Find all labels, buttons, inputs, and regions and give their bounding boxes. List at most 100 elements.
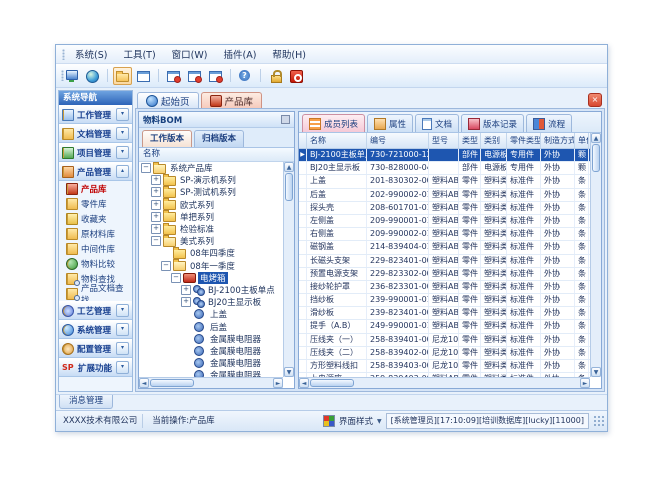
- tree-horizontal-scrollbar[interactable]: ◄ ►: [139, 377, 283, 388]
- exit-icon[interactable]: [287, 67, 306, 85]
- scroll-up-icon[interactable]: ▲: [591, 133, 601, 143]
- column-header[interactable]: 零件类型: [507, 133, 541, 148]
- collapse-minus-icon[interactable]: −: [141, 163, 151, 173]
- window-refresh-icon[interactable]: [206, 67, 225, 85]
- table-row[interactable]: 滑纱板239-823401-00X塑料ABS零件塑料类标准件外协条: [299, 307, 590, 320]
- menubar-grip[interactable]: [62, 49, 65, 60]
- tree-node[interactable]: +BJ20主显示板: [139, 296, 283, 308]
- scroll-track[interactable]: [591, 173, 601, 367]
- scroll-thumb[interactable]: [285, 173, 293, 201]
- sidebar-item-product-doc-search[interactable]: 产品文档查找: [59, 286, 132, 301]
- pin-icon[interactable]: [281, 115, 290, 124]
- sidebar-item-favorites[interactable]: 收藏夹: [59, 211, 132, 226]
- help-icon[interactable]: [236, 67, 255, 85]
- interface-style-label[interactable]: 界面样式: [339, 415, 373, 427]
- chevron-icon[interactable]: ▾: [116, 146, 129, 159]
- grid-vertical-scrollbar[interactable]: ▲ ▼: [590, 133, 601, 377]
- tree-node[interactable]: −系统产品库: [139, 162, 283, 174]
- windows-icon[interactable]: [134, 67, 153, 85]
- menu-item[interactable]: 工具(T): [121, 46, 157, 62]
- sidebar-group-document[interactable]: 文档管理 ▾: [59, 124, 132, 143]
- chevron-icon[interactable]: ▾: [116, 342, 129, 355]
- scroll-track[interactable]: [284, 202, 294, 367]
- lock-icon[interactable]: [266, 67, 285, 85]
- tree-node[interactable]: +欧式系列: [139, 199, 283, 211]
- menu-item[interactable]: 窗口(W): [170, 46, 210, 62]
- sidebar-group-project[interactable]: 项目管理 ▾: [59, 143, 132, 162]
- tab-member-list[interactable]: 成员列表: [302, 114, 365, 132]
- table-row[interactable]: 上盖201-830302-00X塑料ABS零件塑料类标准件外协条: [299, 175, 590, 188]
- expand-plus-icon[interactable]: +: [151, 212, 161, 222]
- tab-product-library[interactable]: 产品库: [201, 92, 263, 108]
- scroll-up-icon[interactable]: ▲: [284, 162, 294, 172]
- scroll-left-icon[interactable]: ◄: [139, 378, 149, 388]
- tree-node[interactable]: 金属膜电阻器: [139, 345, 283, 357]
- globe-icon[interactable]: [83, 67, 102, 85]
- table-row[interactable]: 方形塑料线扣258-839403-00X尼龙1010零件塑料类标准件外协条: [299, 360, 590, 373]
- collapse-minus-icon[interactable]: −: [161, 261, 171, 271]
- scroll-track[interactable]: [355, 378, 580, 388]
- expand-plus-icon[interactable]: +: [151, 224, 161, 234]
- chevron-icon[interactable]: ▴: [116, 165, 129, 178]
- sidebar-group-extension[interactable]: 扩展功能 ▾: [59, 358, 132, 377]
- tree-node[interactable]: +BJ-2100主板单点: [139, 284, 283, 296]
- collapse-minus-icon[interactable]: −: [171, 273, 181, 283]
- resize-grip[interactable]: [593, 415, 605, 427]
- chevron-icon[interactable]: ▾: [116, 108, 129, 121]
- sidebar-item-product-library[interactable]: 产品库: [59, 181, 132, 196]
- table-row[interactable]: 挡纱板239-990001-01X塑料ABS零件塑料类标准件外协条: [299, 294, 590, 307]
- sidebar-item-intermediate-library[interactable]: 中间件库: [59, 241, 132, 256]
- tree-node[interactable]: 后盖: [139, 320, 283, 332]
- tab-start-page[interactable]: 起始页: [137, 92, 199, 108]
- scroll-down-icon[interactable]: ▼: [591, 367, 601, 377]
- scroll-down-icon[interactable]: ▼: [284, 367, 294, 377]
- column-header[interactable]: 编号: [367, 133, 429, 148]
- sidebar-group-product[interactable]: 产品管理 ▴: [59, 162, 132, 181]
- tab-properties[interactable]: 属性: [367, 114, 413, 132]
- sidebar-group-craft[interactable]: 工艺管理 ▾: [59, 301, 132, 320]
- chevron-icon[interactable]: ▾: [116, 323, 129, 336]
- table-row[interactable]: 左侧盖209-990001-01X塑料ABS零件塑料类标准件外协条: [299, 215, 590, 228]
- column-header[interactable]: 制造方式: [541, 133, 575, 148]
- close-tab-icon[interactable]: ×: [588, 93, 602, 107]
- column-header[interactable]: 类型: [459, 133, 481, 148]
- column-header[interactable]: 名称: [307, 133, 367, 148]
- sidebar-item-material-compare[interactable]: 物料比较: [59, 256, 132, 271]
- tree-node[interactable]: −美式系列: [139, 235, 283, 247]
- tree-node[interactable]: −电烤箱: [139, 272, 283, 284]
- scroll-thumb[interactable]: [592, 144, 600, 172]
- scroll-thumb[interactable]: [150, 379, 194, 387]
- table-row[interactable]: 预置电源支架229-823302-00X塑料ABS零件塑料类标准件外协条: [299, 268, 590, 281]
- table-row[interactable]: BJ20主显示板730-828000-04X部件电源板专用件外协颗: [299, 162, 590, 175]
- tree-vertical-scrollbar[interactable]: ▲ ▼: [283, 162, 294, 377]
- column-header[interactable]: 单位: [575, 133, 589, 148]
- table-row[interactable]: 后盖202-990002-01X塑料ABS零件塑料类标准件外协条: [299, 189, 590, 202]
- table-row[interactable]: 磁钢盖214-839404-01X塑料ABS零件塑料类标准件外协条: [299, 241, 590, 254]
- expand-plus-icon[interactable]: +: [181, 297, 191, 307]
- window-close-icon[interactable]: [164, 67, 183, 85]
- tree-node[interactable]: 金属膜电阻器: [139, 333, 283, 345]
- tree-node[interactable]: 上盖: [139, 308, 283, 320]
- expand-plus-icon[interactable]: +: [151, 200, 161, 210]
- tree-node[interactable]: −08年一季度: [139, 260, 283, 272]
- sidebar-item-raw-material-library[interactable]: 原材料库: [59, 226, 132, 241]
- column-header[interactable]: 型号: [429, 133, 459, 148]
- table-row[interactable]: 右侧盖209-990002-01X塑料ABS零件塑料类标准件外协条: [299, 228, 590, 241]
- scroll-thumb[interactable]: [310, 379, 354, 387]
- monitor-icon[interactable]: [62, 67, 81, 85]
- scroll-right-icon[interactable]: ►: [273, 378, 283, 388]
- menu-item[interactable]: 系统(S): [73, 46, 109, 62]
- table-row[interactable]: ▶BJ-2100主板单点730-721000-12X部件电源板专用件外协颗: [299, 149, 590, 162]
- tab-archived-version[interactable]: 归档版本: [194, 130, 244, 147]
- folder-open-icon[interactable]: [113, 67, 132, 85]
- tree-node[interactable]: 金属膜电阻器: [139, 357, 283, 369]
- sidebar-group-system[interactable]: 系统管理 ▾: [59, 320, 132, 339]
- tree-node[interactable]: 08年四季度: [139, 247, 283, 259]
- grid-horizontal-scrollbar[interactable]: ◄ ►: [299, 377, 590, 388]
- table-row[interactable]: 压线夹（二）258-839402-00X尼龙1010零件塑料类标准件外协条: [299, 347, 590, 360]
- menu-item[interactable]: 插件(A): [221, 46, 258, 62]
- tree-node[interactable]: +SP-演示机系列: [139, 174, 283, 186]
- chevron-icon[interactable]: ▾: [116, 127, 129, 140]
- table-row[interactable]: 长磁头支架229-823401-00X塑料ABS零件塑料类标准件外协条: [299, 255, 590, 268]
- tab-documents[interactable]: 文档: [415, 114, 459, 132]
